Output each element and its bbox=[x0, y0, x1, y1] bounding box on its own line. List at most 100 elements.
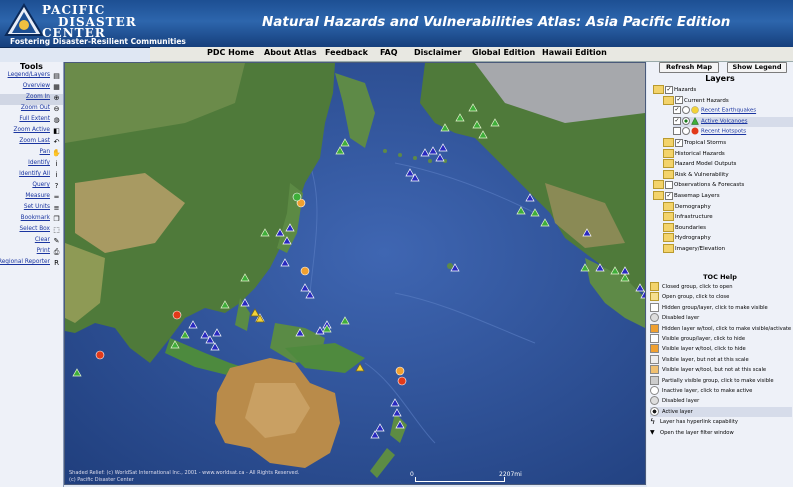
layer-observations-forecasts[interactable]: Observations & Forecasts bbox=[653, 180, 793, 190]
hand-icon[interactable]: ✋ bbox=[52, 149, 61, 158]
layer-recent-hotspots[interactable]: Recent Hotspots bbox=[673, 127, 793, 137]
folder-icon[interactable] bbox=[663, 169, 674, 179]
zoom-active-icon[interactable]: ◧ bbox=[52, 127, 61, 136]
select-box-icon[interactable]: ⬚ bbox=[52, 226, 61, 235]
query-icon[interactable]: ? bbox=[52, 182, 61, 191]
tool-label[interactable]: Overview bbox=[23, 83, 50, 89]
earthquake-marker-icon[interactable] bbox=[172, 310, 182, 320]
active-layer-radio[interactable] bbox=[682, 106, 690, 115]
zoom-in-icon[interactable]: ⊕ bbox=[52, 94, 61, 103]
ruler-icon[interactable]: ═ bbox=[52, 193, 61, 202]
layer-visibility-checkbox[interactable]: ✓ bbox=[665, 85, 673, 94]
tool-select-box[interactable]: Select Box ⬚ bbox=[0, 226, 63, 237]
show-legend-button[interactable]: Show Legend bbox=[727, 62, 787, 73]
layer-recent-earthquakes[interactable]: ✓ Recent Earthquakes bbox=[673, 106, 793, 116]
tool-label[interactable]: Measure bbox=[25, 193, 50, 199]
earthquake-marker-icon[interactable] bbox=[300, 266, 310, 276]
nav-about-atlas[interactable]: About Atlas bbox=[264, 48, 317, 57]
nav-pdc-home[interactable]: PDC Home bbox=[207, 48, 254, 57]
tool-query[interactable]: Query? bbox=[0, 182, 63, 193]
layer-visibility-checkbox[interactable]: ✓ bbox=[665, 191, 673, 200]
layer-demography[interactable]: Demography bbox=[663, 201, 793, 212]
active-layer-radio[interactable] bbox=[682, 116, 690, 125]
clear-icon[interactable]: ✎ bbox=[52, 237, 61, 246]
layer-basemap-layers[interactable]: ✓ Basemap Layers bbox=[653, 191, 793, 201]
layer-historical-hazards[interactable]: Historical Hazards bbox=[663, 148, 793, 159]
tool-overview[interactable]: Overview ▦ bbox=[0, 83, 63, 94]
tool-print[interactable]: Print ⎙ bbox=[0, 248, 63, 259]
layer-boundaries[interactable]: Boundaries bbox=[663, 222, 793, 233]
tool-label[interactable]: Zoom Out bbox=[21, 105, 50, 111]
layer-visibility-checkbox[interactable] bbox=[673, 127, 681, 136]
tool-identify[interactable]: Identify i bbox=[0, 160, 63, 171]
globe-icon[interactable]: ◍ bbox=[52, 116, 61, 125]
folder-icon[interactable] bbox=[653, 85, 664, 94]
tool-label[interactable]: Zoom Last bbox=[19, 138, 50, 144]
units-icon[interactable]: ≡ bbox=[52, 204, 61, 213]
layer-label[interactable]: Recent Earthquakes bbox=[701, 108, 756, 114]
zoom-last-icon[interactable]: ↶ bbox=[52, 138, 61, 147]
tool-full-extent[interactable]: Full Extent ◍ bbox=[0, 116, 63, 127]
tool-label[interactable]: Pan bbox=[40, 149, 50, 155]
earthquake-marker-icon[interactable] bbox=[95, 350, 105, 360]
folder-icon[interactable] bbox=[653, 180, 664, 190]
layer-label[interactable]: Recent Hotspots bbox=[701, 129, 746, 135]
earthquake-marker-icon[interactable] bbox=[292, 192, 302, 202]
tool-label[interactable]: Print bbox=[37, 248, 50, 254]
folder-icon[interactable] bbox=[663, 222, 674, 232]
tool-regional-reporter[interactable]: Regional Reporter R bbox=[0, 259, 63, 270]
folder-icon[interactable] bbox=[663, 244, 674, 253]
reporter-icon[interactable]: R bbox=[52, 259, 61, 268]
tool-identify-all[interactable]: Identify All i bbox=[0, 171, 63, 182]
tool-label[interactable]: Legend/Layers bbox=[8, 72, 50, 78]
map-view[interactable]: Shaded Relief: (c) WorldSat Internationa… bbox=[64, 62, 646, 485]
tool-label[interactable]: Identify All bbox=[19, 171, 50, 177]
layer-hydrography[interactable]: Hydrography bbox=[663, 233, 793, 243]
layer-visibility-checkbox[interactable]: ✓ bbox=[673, 106, 681, 115]
folder-icon[interactable] bbox=[663, 159, 674, 169]
folder-icon[interactable] bbox=[663, 201, 674, 211]
tool-zoom-active[interactable]: Zoom Active ◧ bbox=[0, 127, 63, 138]
layer-hazard-model-outputs[interactable]: Hazard Model Outputs bbox=[663, 159, 793, 169]
tool-label[interactable]: Zoom Active bbox=[14, 127, 51, 133]
layer-tropical-storms[interactable]: ✓ Tropical Storms bbox=[663, 138, 793, 148]
tool-label[interactable]: Set Units bbox=[24, 204, 50, 210]
nav-feedback[interactable]: Feedback bbox=[325, 48, 368, 57]
tool-label[interactable]: Query bbox=[32, 182, 50, 188]
layer-hazards[interactable]: ✓ Hazards bbox=[653, 85, 793, 95]
folder-icon[interactable] bbox=[663, 212, 674, 222]
folder-icon[interactable] bbox=[653, 191, 664, 200]
layer-current-hazards[interactable]: ✓ Current Hazards bbox=[663, 95, 793, 106]
refresh-map-button[interactable]: Refresh Map bbox=[659, 62, 719, 73]
earthquake-marker-icon[interactable] bbox=[395, 366, 405, 376]
tool-label[interactable]: Full Extent bbox=[19, 116, 50, 122]
tool-pan[interactable]: Pan ✋ bbox=[0, 149, 63, 160]
layer-visibility-checkbox[interactable] bbox=[665, 180, 673, 189]
zoom-out-icon[interactable]: ⊖ bbox=[52, 105, 61, 114]
pdc-logo[interactable]: PACIFIC DISASTER CENTER Fostering Disast… bbox=[2, 1, 186, 46]
tool-zoom-last[interactable]: Zoom Last ↶ bbox=[0, 138, 63, 149]
layer-imagery-elevation[interactable]: Imagery/Elevation bbox=[663, 244, 793, 254]
tool-label[interactable]: Regional Reporter bbox=[0, 259, 50, 265]
printer-icon[interactable]: ⎙ bbox=[52, 248, 61, 257]
tool-bookmark[interactable]: Bookmark ❐ bbox=[0, 215, 63, 226]
layer-visibility-checkbox[interactable]: ✓ bbox=[675, 96, 683, 105]
layer-infrastructure[interactable]: Infrastructure bbox=[663, 212, 793, 222]
earthquake-marker-icon[interactable] bbox=[397, 376, 407, 386]
info-icon[interactable]: i bbox=[52, 160, 61, 169]
tool-zoom-in[interactable]: Zoom In ⊕ bbox=[0, 94, 63, 105]
nav-hawaii-edition[interactable]: Hawaii Edition bbox=[542, 48, 607, 57]
tool-legend-layers[interactable]: Legend/Layers ▤ bbox=[0, 72, 63, 83]
layer-visibility-checkbox[interactable]: ✓ bbox=[673, 116, 681, 125]
tool-label[interactable]: Bookmark bbox=[21, 215, 50, 221]
layer-label[interactable]: Active Volcanoes bbox=[701, 118, 747, 124]
folder-icon[interactable] bbox=[663, 138, 674, 147]
map-canvas[interactable] bbox=[65, 63, 645, 484]
tool-label[interactable]: Clear bbox=[35, 237, 50, 243]
tool-set-units[interactable]: Set Units ≡ bbox=[0, 204, 63, 215]
legend-icon[interactable]: ▤ bbox=[52, 72, 61, 81]
folder-icon[interactable] bbox=[663, 95, 674, 105]
tool-clear[interactable]: Clear ✎ bbox=[0, 237, 63, 248]
layer-risk-vulnerability[interactable]: Risk & Vulnerability bbox=[663, 169, 793, 180]
tool-label[interactable]: Identify bbox=[28, 160, 50, 166]
